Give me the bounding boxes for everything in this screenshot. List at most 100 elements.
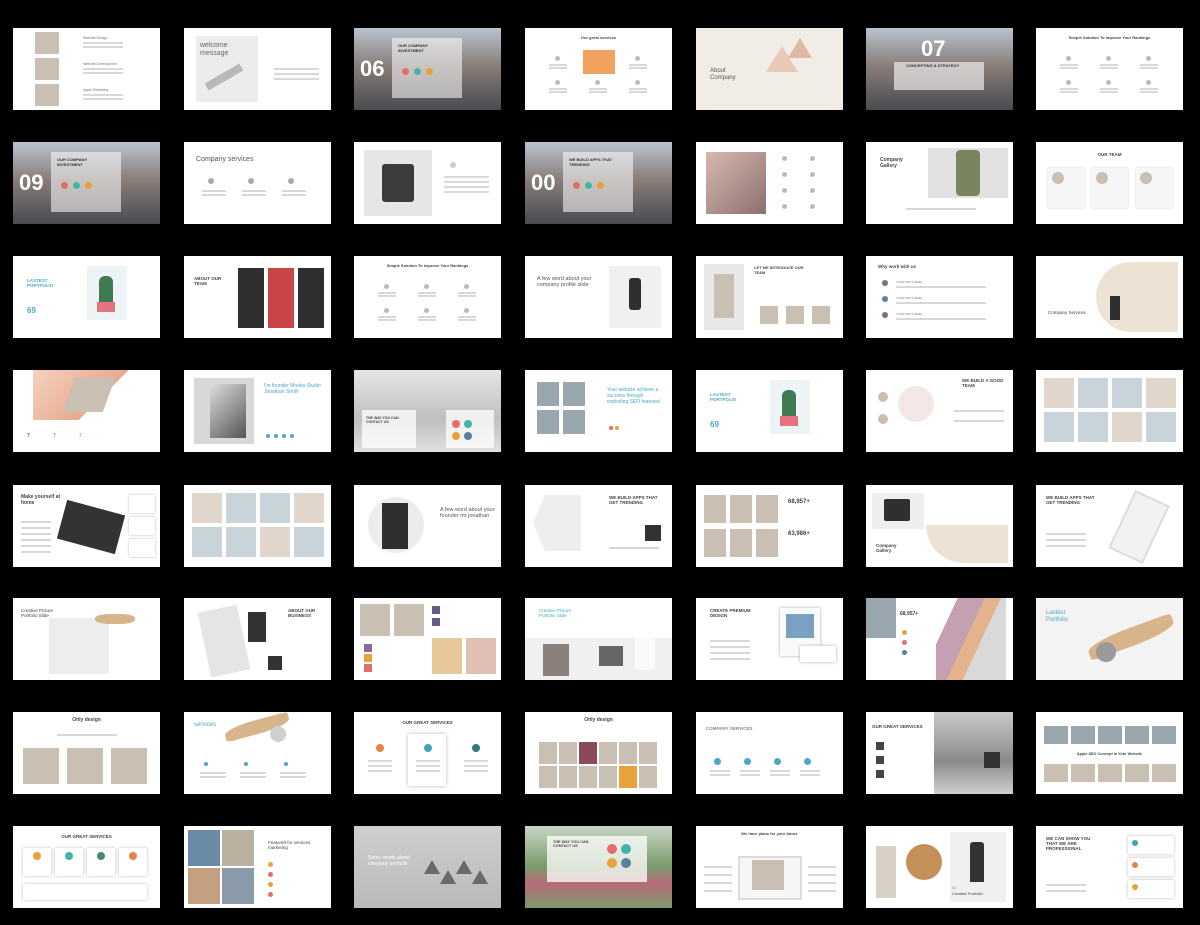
slide-thumbnail[interactable]: Company Gallery bbox=[866, 142, 1013, 224]
phone-photo bbox=[197, 604, 251, 678]
slide-text: YOUR TEXT HERE bbox=[896, 296, 923, 300]
text-line bbox=[1140, 67, 1158, 69]
slide-thumbnail[interactable]: Company Services bbox=[1036, 256, 1183, 338]
text-line bbox=[458, 316, 476, 318]
tablet-photo bbox=[56, 499, 126, 555]
service-icon bbox=[424, 744, 432, 752]
slide-thumbnail[interactable]: OUR COMPANY INVESTMENT 06 bbox=[354, 28, 501, 110]
slide-thumbnail[interactable]: Make yourself at home bbox=[13, 485, 160, 567]
slide-thumbnail[interactable]: Simple Solution To Improve Your Rankings bbox=[1036, 28, 1183, 110]
slide-thumbnail[interactable]: We have plans for your future bbox=[696, 826, 843, 908]
slide-thumbnail[interactable]: Only design bbox=[13, 712, 160, 794]
slide-thumbnail[interactable]: Why work with us YOUR TEXT HERE YOUR TEXT … bbox=[866, 256, 1013, 338]
slide-thumbnail[interactable]: THE WAY YOU CAN CONTACT US bbox=[354, 370, 501, 452]
slide-thumbnail[interactable] bbox=[354, 142, 501, 224]
text-line bbox=[629, 88, 647, 90]
phone-photo bbox=[1108, 489, 1170, 565]
icon-dot bbox=[585, 182, 592, 189]
slide-text: Only design bbox=[584, 717, 613, 723]
slide-text: THE WAY YOU CAN CONTACT US bbox=[366, 416, 399, 425]
slide-thumbnail[interactable]: THE WAY YOU CAN CONTACT US bbox=[525, 826, 672, 908]
slide-thumbnail[interactable]: OUR GREAT SERVICES bbox=[866, 712, 1013, 794]
slide-text: I'm founder Modes Studio Jonathan Smith bbox=[264, 383, 321, 395]
person-photo bbox=[756, 495, 778, 523]
slide-thumbnail[interactable]: COMPANY SERVICES bbox=[696, 712, 843, 794]
slide-thumbnail[interactable]: 07 CONCEPTING & STRATEGY bbox=[866, 28, 1013, 110]
slide-thumbnail[interactable]: Creative Picture Portfolio Slide bbox=[525, 598, 672, 680]
slide-thumbnail[interactable]: Company services bbox=[184, 142, 331, 224]
slide-thumbnail[interactable]: WE BUILD APPS THAT TRENDING 00 bbox=[525, 142, 672, 224]
person-photo bbox=[298, 268, 324, 328]
text-line bbox=[416, 765, 440, 767]
text-line bbox=[464, 765, 488, 767]
text-line bbox=[83, 46, 123, 48]
slide-thumbnail[interactable]: Company Gallery bbox=[866, 485, 1013, 567]
slide-thumbnail[interactable] bbox=[184, 485, 331, 567]
slide-thumbnail[interactable] bbox=[696, 142, 843, 224]
slide-thumbnail[interactable]: ABOUT OUR TEAM bbox=[184, 256, 331, 338]
service-icon bbox=[744, 758, 751, 765]
slide-thumbnail[interactable]: welcome message bbox=[184, 28, 331, 110]
icon-dot bbox=[268, 892, 273, 897]
icon-dot bbox=[621, 858, 631, 868]
slide-thumbnail[interactable]: WE CAN SHOW YOU THAT WE ARE PROFESSIONAL bbox=[1036, 826, 1183, 908]
slide-thumbnail[interactable]: 7 7 7 bbox=[13, 370, 160, 452]
office-photo bbox=[1098, 764, 1122, 782]
cup-photo bbox=[635, 638, 655, 670]
slide-text: OUR GREAT SERVICES bbox=[872, 724, 923, 729]
slide-thumbnail[interactable]: WE BUILD A GOOD TEAM bbox=[866, 370, 1013, 452]
text-line bbox=[1060, 67, 1078, 69]
slide-thumbnail[interactable]: OUR GREAT SERVICES bbox=[13, 826, 160, 908]
slide-thumbnail[interactable]: Website Design Website Development Apple M… bbox=[13, 28, 160, 110]
person-photo bbox=[619, 742, 637, 764]
slide-text: COMPANY SERVICES bbox=[706, 726, 753, 731]
slide-thumbnail[interactable]: Simple Solution To Improve Your Rankings bbox=[354, 256, 501, 338]
slide-thumbnail[interactable]: Our great services bbox=[525, 28, 672, 110]
icon-dot bbox=[452, 432, 460, 440]
slide-thumbnail[interactable] bbox=[354, 598, 501, 680]
slide-thumbnail[interactable] bbox=[1036, 370, 1183, 452]
slide-text: A few word about your founder mr jonatha… bbox=[440, 507, 495, 520]
slide-thumbnail[interactable]: OUR GREAT SERVICES bbox=[354, 712, 501, 794]
slide-text: WE CAN SHOW YOU THAT WE ARE PROFESSIONAL bbox=[1046, 836, 1091, 852]
slide-thumbnail[interactable]: services bbox=[184, 712, 331, 794]
slide-thumbnail[interactable]: Featured for services marketing bbox=[184, 826, 331, 908]
slide-thumbnail[interactable]: A few word about your founder mr jonatha… bbox=[354, 485, 501, 567]
slide-thumbnail[interactable]: Some words about company portfolio bbox=[354, 826, 501, 908]
slide-thumbnail[interactable]: WE BUILD APPS THAT GET TRENDING bbox=[525, 485, 672, 567]
text-line bbox=[954, 420, 1004, 422]
slide-thumbnail[interactable]: CREATE PREMIUM DESIGN bbox=[696, 598, 843, 680]
big-number: 06 bbox=[360, 56, 385, 81]
slide-thumbnail[interactable]: Apple SEO Concept In Your Website bbox=[1036, 712, 1183, 794]
slide-text: services bbox=[194, 722, 217, 728]
slide-thumbnail-grid: Website Design Website Development Apple M… bbox=[0, 0, 1200, 925]
slide-thumbnail[interactable]: 68,957+ bbox=[866, 598, 1013, 680]
slide-thumbnail[interactable]: A few word about your company profile sl… bbox=[525, 256, 672, 338]
slide-thumbnail[interactable]: WE BUILD APPS THAT GET TRENDING bbox=[1036, 485, 1183, 567]
lamp-photo bbox=[440, 870, 456, 884]
slide-thumbnail[interactable]: LASTEST PORTFOLIO 69 bbox=[13, 256, 160, 338]
text-line bbox=[704, 866, 732, 868]
slide-thumbnail[interactable]: OUR TEAM bbox=[1036, 142, 1183, 224]
text-line bbox=[629, 91, 647, 93]
slide-thumbnail[interactable]: 68,957+ 63,986+ bbox=[696, 485, 843, 567]
service-icon bbox=[364, 664, 372, 672]
text-line bbox=[240, 772, 266, 774]
slide-thumbnail[interactable]: 02 Creative Portfolio bbox=[866, 826, 1013, 908]
slide-thumbnail[interactable]: ABOUT OUR BUSINESS bbox=[184, 598, 331, 680]
text-line bbox=[418, 292, 436, 294]
slide-thumbnail[interactable]: LET ME INTRODUCE OUR TEAM bbox=[696, 256, 843, 338]
office-photo bbox=[1044, 726, 1068, 744]
slide-thumbnail[interactable]: Creative Picture Portfolio Slide bbox=[13, 598, 160, 680]
slide-thumbnail[interactable]: OUR COMPANY INVESTMENT 09 bbox=[13, 142, 160, 224]
slide-text: Creative Picture Portfolio Slide bbox=[21, 608, 54, 619]
office-photo bbox=[1098, 726, 1122, 744]
slide-thumbnail[interactable]: I'm founder Modes Studio Jonathan Smith bbox=[184, 370, 331, 452]
text-line bbox=[1046, 890, 1086, 892]
slide-thumbnail[interactable]: Only design bbox=[525, 712, 672, 794]
slide-thumbnail[interactable]: LASTEST PORTFOLIO 69 bbox=[696, 370, 843, 452]
slide-thumbnail[interactable]: Lastest Portfolio bbox=[1036, 598, 1183, 680]
slide-thumbnail[interactable]: About Company bbox=[696, 28, 843, 110]
icon-dot bbox=[882, 280, 888, 286]
slide-thumbnail[interactable]: Your website achieve a success through e… bbox=[525, 370, 672, 452]
